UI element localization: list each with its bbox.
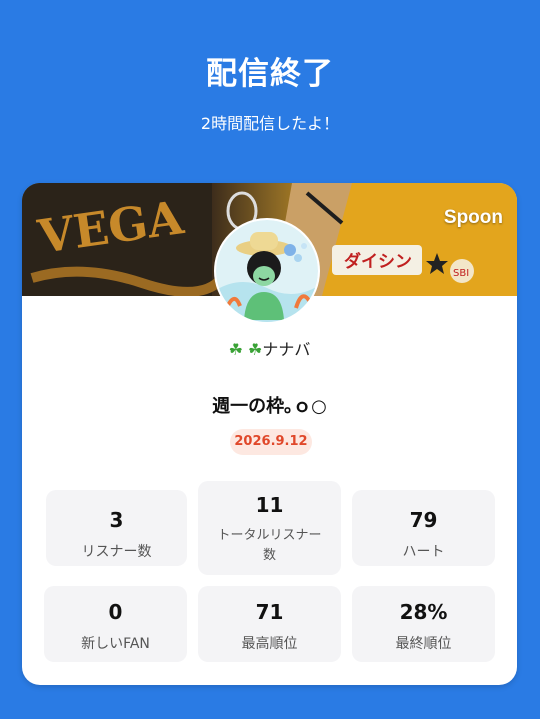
stat-total-listeners: 11 トータルリスナー数 (198, 481, 341, 575)
page-subtitle: 2時間配信したよ！ (200, 114, 340, 133)
stat-listeners: 3 リスナー数 (46, 490, 187, 566)
stat-label: 新しいFAN (81, 636, 150, 652)
clover-icon: ☘ ☘ (228, 340, 263, 359)
svg-text:SBI: SBI (453, 268, 469, 279)
stat-new-fans: 0 新しいFAN (44, 586, 187, 662)
stat-value: 0 (108, 600, 123, 624)
page-title: 配信終了 (206, 56, 334, 92)
stat-label: 最終順位 (395, 636, 452, 652)
brand-logo: Spoon (443, 207, 503, 228)
stat-label: トータルリスナー数 (217, 528, 322, 563)
summary-card: VEGA ダイシン SBI Spoon ☘ ☘ナナバ 週一の枠｡ｏ○ 2026.… (22, 183, 517, 685)
user-name-text: ナナバ (262, 340, 311, 359)
stat-final-rank: 28% 最終順位 (352, 586, 495, 662)
stat-value: 3 (109, 508, 124, 532)
stat-highest-rank: 71 最高順位 (198, 586, 341, 662)
banner-sign-text: ダイシン (344, 251, 412, 272)
stat-value: 71 (255, 600, 284, 624)
stat-label: リスナー数 (81, 544, 152, 560)
user-name: ☘ ☘ナナバ (22, 336, 517, 360)
avatar[interactable] (214, 218, 320, 324)
stat-label: 最高順位 (241, 636, 298, 652)
stat-hearts: 79 ハート (352, 490, 495, 566)
date-badge: 2026.9.12 (230, 429, 312, 455)
stat-value: 11 (255, 493, 284, 517)
stat-value: 28% (399, 600, 448, 624)
stat-value: 79 (409, 508, 438, 532)
stat-label: ハート (402, 544, 445, 560)
stream-title: 週一の枠｡ｏ○ (212, 396, 327, 417)
